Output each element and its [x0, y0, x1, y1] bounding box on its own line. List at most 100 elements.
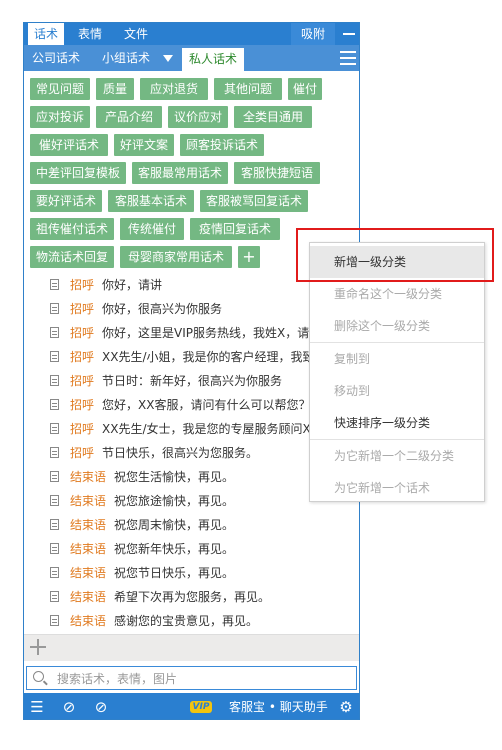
highlight-box	[296, 228, 494, 282]
menu-item-move-to[interactable]: 移动到	[310, 375, 484, 407]
tag-item[interactable]: 疫情回复话术	[190, 218, 280, 240]
document-icon	[50, 615, 59, 626]
vip-badge[interactable]: VIP	[190, 701, 212, 713]
tag-item[interactable]: 应对退货	[140, 78, 208, 100]
search-icon	[33, 671, 44, 682]
tag-item[interactable]: 客服最常用话术	[132, 162, 228, 184]
tag-item[interactable]: 中差评回复模板	[30, 162, 126, 184]
tab-company-phrases[interactable]: 公司话术	[32, 45, 80, 71]
phrase-text: 您好，XX客服，请问有什么可以帮您？	[102, 398, 311, 412]
phrase-text: 祝您周末愉快，再见。	[114, 518, 235, 532]
document-icon	[50, 471, 59, 482]
phrase-text: 祝您旅途愉快，再见。	[114, 494, 235, 508]
phrase-text: XX先生/女士，我是您的专屋服务顾问X	[102, 422, 311, 436]
menu-item-rename-category[interactable]: 重命名这个一级分类	[310, 278, 484, 310]
category-label: 招呼	[70, 398, 95, 412]
tag-item[interactable]: 要好评话术	[30, 190, 102, 212]
category-label: 招呼	[70, 278, 95, 292]
tag-item[interactable]: 客服基本话术	[108, 190, 194, 212]
eye-off-icon[interactable]: ⊘	[60, 698, 78, 716]
document-icon	[50, 375, 59, 386]
add-phrase-bar	[24, 634, 359, 661]
chevron-down-icon[interactable]	[163, 55, 173, 62]
document-icon	[50, 327, 59, 338]
menu-item-sort-categories[interactable]: 快速排序一级分类	[310, 407, 484, 439]
list-menu-icon[interactable]: ☰	[28, 698, 46, 716]
tag-item[interactable]: 其他问题	[214, 78, 282, 100]
phrase-text: 祝您新年快乐，再见。	[114, 542, 235, 556]
tag-item[interactable]: 全类目通用	[234, 106, 312, 128]
phrase-text: 你好，请讲	[102, 278, 163, 292]
document-icon	[50, 351, 59, 362]
category-label: 招呼	[70, 374, 95, 388]
tab-phrases[interactable]: 话术	[28, 23, 64, 45]
tag-item[interactable]: 好评文案	[114, 134, 174, 156]
menu-item-copy-to[interactable]: 复制到	[310, 343, 484, 375]
tab-group-phrases[interactable]: 小组话术	[102, 45, 150, 71]
document-icon	[50, 567, 59, 578]
category-label: 招呼	[70, 422, 95, 436]
document-icon	[50, 399, 59, 410]
document-icon	[50, 423, 59, 434]
category-label: 结束语	[70, 494, 107, 508]
category-label: 结束语	[70, 470, 107, 484]
category-label: 结束语	[70, 566, 107, 580]
tab-private-phrases[interactable]: 私人话术	[182, 48, 244, 71]
pin-button[interactable]: 吸附	[291, 23, 335, 45]
category-label: 结束语	[70, 590, 107, 604]
tag-item[interactable]: 催好评话术	[30, 134, 108, 156]
tag-item[interactable]: 催付	[288, 78, 322, 100]
menu-item-add-subcategory[interactable]: 为它新增一个二级分类	[310, 440, 484, 472]
tag-item[interactable]: 质量	[96, 78, 134, 100]
category-label: 招呼	[70, 350, 95, 364]
document-icon	[50, 447, 59, 458]
tag-item[interactable]: 祖传催付话术	[30, 218, 114, 240]
phrase-text: 节日快乐，很高兴为您服务。	[102, 446, 259, 460]
document-icon	[50, 279, 59, 290]
phrase-text: 节日时：新年好，很高兴为你服务	[102, 374, 283, 388]
tag-item[interactable]: 母婴商家常用话术	[120, 246, 232, 268]
minimize-icon[interactable]	[343, 33, 355, 35]
plus-icon[interactable]	[30, 639, 46, 655]
menu-icon[interactable]	[340, 51, 356, 69]
category-label: 招呼	[70, 302, 95, 316]
phrase-text: 感谢您的宝贵意见，再见。	[114, 614, 259, 628]
category-label: 结束语	[70, 518, 107, 532]
tag-item[interactable]: 传统催付	[120, 218, 184, 240]
eye-hidden-icon[interactable]: ⊘	[92, 698, 110, 716]
tag-item[interactable]: 议价应对	[168, 106, 228, 128]
category-label: 招呼	[70, 326, 95, 340]
add-tag-button[interactable]: +	[238, 246, 260, 268]
document-icon	[50, 303, 59, 314]
settings-icon[interactable]: ⚙	[337, 698, 355, 716]
bottom-toolbar: ☰ ⊘ ⊘ VIP 客服宝 • 聊天助手 ⚙	[24, 693, 359, 719]
tag-item[interactable]: 顾客投诉话术	[180, 134, 264, 156]
tab-emoji[interactable]: 表情	[78, 23, 102, 45]
phrase-text: XX先生/小姐，我是你的客户经理，我致	[102, 350, 315, 364]
phrase-text: 你好，这里是VIP服务热线，我姓X，请	[102, 326, 310, 340]
tag-item[interactable]: 常见问题	[30, 78, 90, 100]
document-icon	[50, 519, 59, 530]
document-icon	[50, 495, 59, 506]
menu-item-delete-category[interactable]: 删除这个一级分类	[310, 310, 484, 342]
search-input[interactable]	[55, 669, 349, 689]
menu-item-add-phrase[interactable]: 为它新增一个话术	[310, 472, 484, 504]
top-tab-bar: 话术 表情 文件 吸附	[24, 23, 359, 45]
phrase-text: 祝您节日快乐，再见。	[114, 566, 235, 580]
search-box	[26, 666, 357, 690]
phrase-text: 希望下次再为您服务，再见。	[114, 590, 271, 604]
category-label: 结束语	[70, 542, 107, 556]
tag-item[interactable]: 客服快捷短语	[234, 162, 320, 184]
category-label: 招呼	[70, 446, 95, 460]
tab-files[interactable]: 文件	[124, 23, 148, 45]
tag-item[interactable]: 产品介绍	[96, 106, 162, 128]
tag-item[interactable]: 客服被骂回复话术	[200, 190, 308, 212]
phrase-text: 祝您生活愉快，再见。	[114, 470, 235, 484]
phrase-text: 你好，很高兴为你服务	[102, 302, 223, 316]
sub-tab-bar: 公司话术 小组话术 私人话术	[24, 45, 359, 71]
tag-item[interactable]: 应对投诉	[30, 106, 90, 128]
tag-item[interactable]: 物流话术回复	[30, 246, 114, 268]
brand-label: 客服宝 • 聊天助手	[229, 700, 328, 714]
document-icon	[50, 543, 59, 554]
document-icon	[50, 591, 59, 602]
